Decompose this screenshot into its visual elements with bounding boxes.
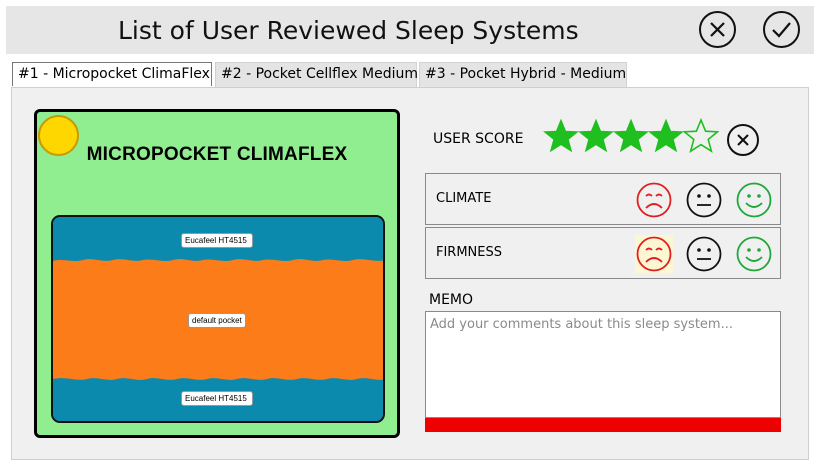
firmness-rating-row: FIRMNESS: [425, 227, 781, 279]
close-circle-icon: [710, 22, 725, 37]
product-title: MICROPOCKET CLIMAFLEX: [86, 144, 348, 165]
firmness-sad-face-icon[interactable]: [635, 235, 673, 273]
clear-score-icon: [737, 134, 749, 146]
core-layer-label: default pocket: [188, 313, 246, 328]
climate-neutral-face-icon[interactable]: [685, 181, 723, 219]
window-title: List of User Reviewed Sleep Systems: [118, 16, 579, 45]
climate-sad-face-icon[interactable]: [635, 181, 673, 219]
top-layer-label: Eucafeel HT4515: [181, 233, 253, 248]
check-circle-icon: [772, 22, 791, 38]
user-score-label: USER SCORE: [433, 131, 524, 147]
tab-pocket-cellflex-medium[interactable]: #2 - Pocket Cellflex Medium: [215, 62, 418, 87]
star-icon-2[interactable]: [578, 118, 614, 156]
clear-score-button[interactable]: [727, 124, 759, 156]
title-bar: List of User Reviewed Sleep Systems: [6, 6, 814, 54]
firmness-label: FIRMNESS: [436, 245, 503, 260]
tab-pocket-hybrid-medium[interactable]: #3 - Pocket Hybrid - Medium: [419, 62, 627, 87]
climate-rating-row: CLIMATE: [425, 173, 781, 225]
memo-status-bar: [425, 418, 781, 432]
close-button[interactable]: [699, 11, 736, 48]
firmness-happy-face-icon[interactable]: [735, 235, 773, 273]
star-icon-5[interactable]: [682, 117, 720, 156]
star-icon-3[interactable]: [613, 118, 649, 156]
firmness-neutral-face-icon[interactable]: [685, 235, 723, 273]
star-icon-4[interactable]: [648, 118, 684, 156]
memo-label: MEMO: [429, 292, 474, 308]
tab-micropocket-climaflex[interactable]: #1 - Micropocket ClimaFlex: [12, 62, 212, 86]
confirm-button[interactable]: [763, 11, 800, 48]
memo-textarea[interactable]: [425, 311, 781, 418]
climate-happy-face-icon[interactable]: [735, 181, 773, 219]
bottom-layer-label: Eucafeel HT4515: [181, 391, 253, 406]
star-icon-1[interactable]: [543, 118, 579, 156]
climate-label: CLIMATE: [436, 191, 492, 206]
